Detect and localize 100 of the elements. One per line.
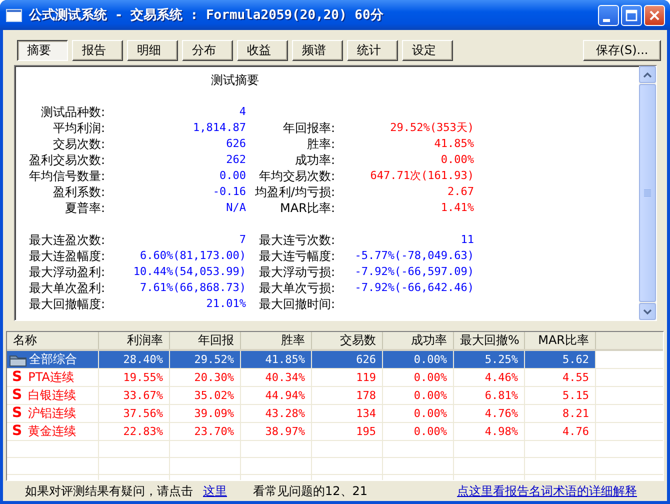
table-cell: 4.76 [524,422,596,440]
stat-label: 最大连盈次数: [28,232,105,248]
stat-value: 0.00 [218,168,246,184]
stat-value: N/A [225,200,246,216]
row-name[interactable]: 沪铝连续 [28,406,76,420]
table-cell: 29.52% [170,350,240,368]
tab[interactable]: 摘要 [17,40,68,60]
stat-value: 626 [225,136,246,152]
table-cell: 39.09% [170,404,240,422]
tab[interactable]: 收益 [237,40,288,60]
stat-value: 29.52%(353天) [389,120,474,136]
stat-label: MAR比率: [279,200,335,216]
table-cell: 20.30% [170,368,240,386]
stat-value: 1.41% [440,200,474,216]
stat-label: 最大连盈幅度: [28,248,105,264]
folder-icon [9,352,27,367]
table-cell: 19.55% [98,368,170,386]
grip-icon [644,189,651,197]
stat-value: -7.92%(-66,597.09) [354,264,474,280]
column-header[interactable]: 成功率 [382,332,454,350]
table-cell: 40.34% [240,368,312,386]
row-name[interactable]: 白银连续 [28,388,76,402]
tab[interactable]: 频谱 [292,40,343,60]
table-cell: 195 [312,422,382,440]
maximize-button[interactable] [621,4,642,26]
column-header[interactable]: 年回报 [170,332,240,350]
stat-value: 2.67 [446,184,474,200]
table-cell: 0.00% [382,386,454,404]
table-cell: 43.28% [240,404,312,422]
table-cell: 4.55 [524,368,596,386]
stat-value: -5.77%(-78,049.63) [354,248,474,264]
minimize-button[interactable] [598,4,619,26]
stat-value: 41.85% [433,136,474,152]
link[interactable]: 这里 [203,482,227,500]
stat-label: 平均利润: [52,120,105,136]
symbol-icon: S [12,405,22,421]
column-header[interactable]: 胜率 [240,332,312,350]
scroll-down-button[interactable] [639,303,656,320]
save-button[interactable]: 保存(S)... [583,40,661,60]
table-cell: 0.00% [382,350,454,368]
stat-value: 262 [225,152,246,168]
stat-value: 1,814.87 [192,120,246,136]
stat-value: 10.44%(54,053.99) [132,264,246,280]
stat-label: 最大单次盈利: [28,280,105,296]
stat-value: 21.01% [205,296,246,312]
stat-value: -7.92%(-66,642.46) [354,280,474,296]
table-cell: 41.85% [240,350,312,368]
column-header[interactable]: MAR比率 [524,332,596,350]
table-cell: 0.00% [382,422,454,440]
stat-label: 最大回撤时间: [258,296,335,312]
row-name[interactable]: PTA连续 [28,370,74,384]
window-icon [6,8,22,22]
tab[interactable]: 分布 [182,40,233,60]
stat-value: -0.16 [212,184,246,200]
stat-label: 最大连亏幅度: [258,248,335,264]
stat-value: 0.00% [440,152,474,168]
row-name[interactable]: 黄金连续 [28,424,76,438]
stat-label: 夏普率: [64,200,105,216]
minimize-icon [603,18,610,22]
stat-label: 最大单次亏损: [258,280,335,296]
link[interactable]: 点这里看报告名词术语的详细解释 [457,482,637,500]
window-title: 公式测试系统 - 交易系统 : Formula2059(20,20) 60分 [29,6,384,24]
table-cell: 35.02% [170,386,240,404]
column-header[interactable]: 利润率 [98,332,170,350]
table-cell: 4.46% [454,368,524,386]
stat-label: 盈利系数: [52,184,105,200]
table-cell: 28.40% [98,350,170,368]
symbol-icon: S [12,369,22,385]
footer-text: 如果对评测结果有疑问，请点击 [25,482,193,500]
tab[interactable]: 设定 [402,40,453,60]
stat-label: 年均信号数量: [28,168,105,184]
stat-label: 最大浮动亏损: [258,264,335,280]
stat-label: 成功率: [294,152,335,168]
table-cell: 0.00% [382,404,454,422]
summary-title: 测试摘要 [210,72,260,88]
table-cell: 33.67% [98,386,170,404]
table-cell: 4.76% [454,404,524,422]
table-cell: 38.97% [240,422,312,440]
column-header[interactable]: 交易数 [312,332,382,350]
stat-value: 7 [238,232,246,248]
tab[interactable]: 明细 [127,40,178,60]
stat-label: 年回报率: [282,120,335,136]
stat-value: 647.71次(161.93) [369,168,474,184]
scroll-up-button[interactable] [639,66,656,83]
table-cell: 626 [312,350,382,368]
column-header[interactable]: 最大回撤% [454,332,524,350]
stat-label: 年均交易次数: [258,168,335,184]
symbol-icon: S [12,387,22,403]
tab[interactable]: 报告 [72,40,123,60]
stat-label: 胜率: [306,136,335,152]
table-cell: 134 [312,404,382,422]
tab[interactable]: 统计 [347,40,398,60]
column-header[interactable]: 名称 [7,332,98,350]
table-cell: 5.15 [524,386,596,404]
table-cell: 0.00% [382,368,454,386]
table-cell: 5.25% [454,350,524,368]
table-cell: 22.83% [98,422,170,440]
stat-value: 7.61%(66,868.73) [139,280,246,296]
table-cell: 4.98% [454,422,524,440]
close-button[interactable] [644,4,665,26]
